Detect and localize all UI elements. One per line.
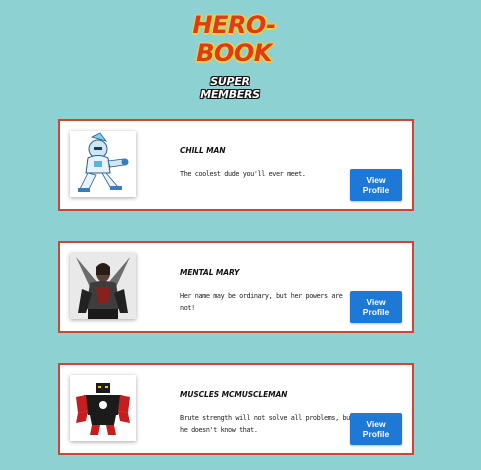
member-name: MENTAL MARY — [180, 268, 240, 277]
mental-mary-avatar[interactable] — [70, 253, 136, 319]
section-title: SUPER MEMBERS — [200, 75, 260, 101]
muscles-mcmuscleman-avatar[interactable] — [70, 375, 136, 441]
view-profile-button[interactable]: View Profile — [350, 169, 402, 201]
member-description: The coolest dude you'll ever meet. — [180, 170, 306, 178]
member-name: CHILL MAN — [180, 146, 226, 155]
member-description: Brute strength will not solve all proble… — [180, 414, 354, 434]
member-description: Her name may be ordinary, but her powers… — [180, 292, 343, 312]
member-card: CHILL MAN The coolest dude you'll ever m… — [58, 119, 414, 211]
view-profile-button[interactable]: View Profile — [350, 291, 402, 323]
chill-man-avatar[interactable] — [70, 131, 136, 197]
member-card: MUSCLES MCMUSCLEMAN Brute strength will … — [58, 363, 414, 455]
member-name: MUSCLES MCMUSCLEMAN — [180, 390, 288, 399]
view-profile-button[interactable]: View Profile — [350, 413, 402, 445]
member-card: MENTAL MARY Her name may be ordinary, bu… — [58, 241, 414, 333]
site-logo: HERO-BOOK — [192, 11, 276, 67]
